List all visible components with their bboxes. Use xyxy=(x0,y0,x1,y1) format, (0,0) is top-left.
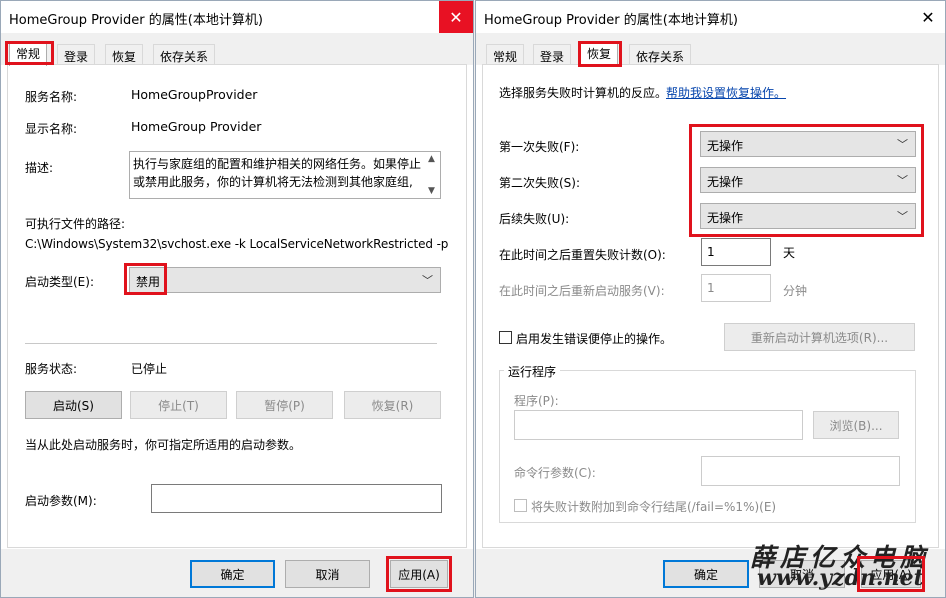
start-button[interactable]: 启动(S) xyxy=(25,391,122,419)
service-name-value: HomeGroupProvider xyxy=(131,87,258,102)
watermark-url: www.yzdn.net xyxy=(757,565,924,591)
start-params-label: 启动参数(M): xyxy=(25,494,97,508)
chevron-down-icon: ﹀ xyxy=(897,138,908,151)
apply-button[interactable]: 应用(A) xyxy=(390,560,448,588)
subsequent-failure-label: 后续失败(U): xyxy=(499,212,570,226)
description-line-2: 或禁用此服务，你的计算机将无法检测到其他家庭组, xyxy=(133,175,413,189)
append-fail-count-checkbox[interactable] xyxy=(514,499,527,512)
enable-actions-label[interactable]: 启用发生错误便停止的操作。 xyxy=(516,330,672,347)
first-failure-label: 第一次失败(F): xyxy=(499,140,580,154)
browse-button[interactable]: 浏览(B)... xyxy=(813,411,899,439)
close-icon: ✕ xyxy=(449,7,463,27)
section-divider xyxy=(25,343,437,344)
cmd-params-input[interactable] xyxy=(701,456,900,486)
second-failure-value: 无操作 xyxy=(707,175,744,189)
exe-path-value: C:\Windows\System32\svchost.exe -k Local… xyxy=(25,237,449,251)
reset-count-label: 在此时间之后重置失败计数(O): xyxy=(499,248,666,262)
close-button[interactable]: ✕ xyxy=(439,1,473,33)
restart-computer-options-button[interactable]: 重新启动计算机选项(R)... xyxy=(724,323,915,351)
help-link[interactable]: 帮助我设置恢复操作。 xyxy=(666,84,786,101)
ok-button[interactable]: 确定 xyxy=(663,560,749,588)
cmd-params-label: 命令行参数(C): xyxy=(514,466,596,480)
subsequent-failure-select[interactable]: 无操作 ﹀ xyxy=(700,203,916,229)
description-line-1: 执行与家庭组的配置和维护相关的网络任务。如果停止 xyxy=(133,157,422,171)
tab-logon[interactable]: 登录 xyxy=(57,44,96,65)
reset-count-unit: 天 xyxy=(783,246,796,260)
tab-bar: 常规 登录 恢复 依存关系 xyxy=(1,33,473,66)
program-input[interactable] xyxy=(514,410,803,440)
enable-actions-checkbox[interactable] xyxy=(499,331,512,344)
first-failure-value: 无操作 xyxy=(707,139,744,153)
reset-count-input[interactable]: 1 xyxy=(701,238,771,266)
window-title: HomeGroup Provider 的属性(本地计算机) xyxy=(484,13,738,28)
service-name-label: 服务名称: xyxy=(25,90,78,104)
startup-type-label: 启动类型(E): xyxy=(25,275,94,289)
append-fail-count-label[interactable]: 将失败计数附加到命令行结尾(/fail=%1%)(E) xyxy=(531,498,776,515)
tab-logon[interactable]: 登录 xyxy=(533,44,572,65)
properties-dialog-general: HomeGroup Provider 的属性(本地计算机) ✕ 常规 登录 恢复… xyxy=(0,0,474,598)
close-button[interactable]: ✕ xyxy=(911,1,945,33)
chevron-down-icon: ﹀ xyxy=(897,174,908,187)
tab-recovery[interactable]: 恢复 xyxy=(105,44,144,65)
tab-general[interactable]: 常规 xyxy=(486,44,525,65)
ok-button[interactable]: 确定 xyxy=(190,560,275,588)
display-name-label: 显示名称: xyxy=(25,122,78,136)
tab-recovery[interactable]: 恢复 xyxy=(580,41,619,66)
tab-dependencies[interactable]: 依存关系 xyxy=(153,44,216,65)
tab-general[interactable]: 常规 xyxy=(9,41,48,66)
service-status-label: 服务状态: xyxy=(25,362,78,376)
start-params-input[interactable] xyxy=(151,484,442,513)
exe-path-label: 可执行文件的路径: xyxy=(25,217,126,231)
restart-service-input[interactable]: 1 xyxy=(701,274,771,302)
pause-button[interactable]: 暂停(P) xyxy=(236,391,333,419)
tab-bar: 常规 登录 恢复 依存关系 xyxy=(476,33,945,66)
cancel-button[interactable]: 取消 xyxy=(285,560,370,588)
subsequent-failure-value: 无操作 xyxy=(707,211,744,225)
scroll-down-icon[interactable]: ▼ xyxy=(428,186,435,196)
display-name-value: HomeGroup Provider xyxy=(131,119,262,134)
startup-type-select[interactable]: 禁用 ﹀ xyxy=(129,267,441,293)
chevron-down-icon: ﹀ xyxy=(897,210,908,223)
description-textarea[interactable]: 执行与家庭组的配置和维护相关的网络任务。如果停止 或禁用此服务，你的计算机将无法… xyxy=(129,151,441,199)
window-title: HomeGroup Provider 的属性(本地计算机) xyxy=(9,13,263,28)
properties-dialog-recovery: HomeGroup Provider 的属性(本地计算机) ✕ 常规 登录 恢复… xyxy=(475,0,946,598)
stop-button[interactable]: 停止(T) xyxy=(130,391,227,419)
intro-text: 选择服务失败时计算机的反应。 xyxy=(499,86,668,100)
resume-button[interactable]: 恢复(R) xyxy=(344,391,441,419)
service-status-value: 已停止 xyxy=(131,362,168,376)
close-icon: ✕ xyxy=(921,7,935,27)
first-failure-select[interactable]: 无操作 ﹀ xyxy=(700,131,916,157)
start-params-hint: 当从此处启动服务时，你可指定所适用的启动参数。 xyxy=(25,438,302,452)
chevron-down-icon: ﹀ xyxy=(422,274,433,287)
restart-service-unit: 分钟 xyxy=(783,284,808,298)
tab-dependencies[interactable]: 依存关系 xyxy=(629,44,692,65)
description-label: 描述: xyxy=(25,161,54,175)
title-bar: HomeGroup Provider 的属性(本地计算机) ✕ xyxy=(476,1,945,33)
second-failure-label: 第二次失败(S): xyxy=(499,176,581,190)
run-program-group-title: 运行程序 xyxy=(504,363,561,380)
second-failure-select[interactable]: 无操作 ﹀ xyxy=(700,167,916,193)
description-scrollbar[interactable]: ▲ ▼ xyxy=(424,152,440,198)
restart-service-label: 在此时间之后重新启动服务(V): xyxy=(499,284,665,298)
program-label: 程序(P): xyxy=(514,394,559,408)
scroll-up-icon[interactable]: ▲ xyxy=(428,154,435,164)
title-bar: HomeGroup Provider 的属性(本地计算机) ✕ xyxy=(1,1,473,33)
startup-type-value: 禁用 xyxy=(136,275,161,289)
